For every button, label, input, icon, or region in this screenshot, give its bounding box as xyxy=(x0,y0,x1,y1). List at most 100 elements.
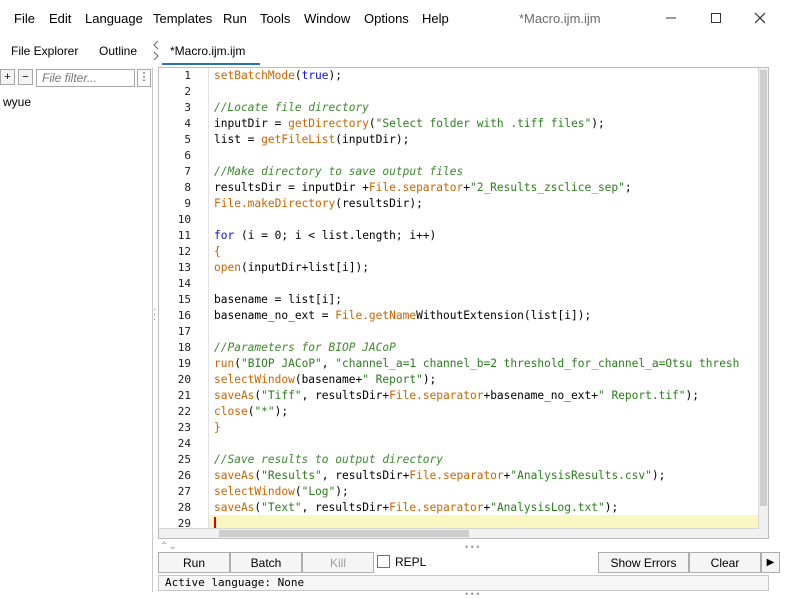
line-number: 21 xyxy=(177,389,191,402)
code-token: , resultsDir+ xyxy=(301,389,390,402)
remove-folder-button[interactable]: − xyxy=(18,69,33,85)
explorer-menu-button[interactable]: ⋮ xyxy=(137,69,151,87)
code-token: ); xyxy=(591,117,605,130)
clear-button[interactable]: Clear xyxy=(689,552,761,573)
tab-outline[interactable]: Outline xyxy=(99,44,137,58)
code-line: selectWindow(basename+" Report"); xyxy=(214,372,436,388)
tab-macro-file[interactable]: *Macro.ijm.ijm xyxy=(162,38,260,65)
vertical-scroll-thumb[interactable] xyxy=(760,70,767,506)
kill-button[interactable]: Kill xyxy=(302,552,374,573)
code-line: basename = list[i]; xyxy=(214,292,342,308)
code-token: File.getName xyxy=(335,309,417,322)
line-number: 28 xyxy=(177,501,191,514)
tab-file-explorer[interactable]: File Explorer xyxy=(11,44,78,58)
collapse-toggle-icon[interactable]: ⌃⌄ xyxy=(160,542,177,552)
line-number: 15 xyxy=(177,293,191,306)
code-token: ); xyxy=(274,405,289,418)
code-token: " Report.tif" xyxy=(597,389,686,402)
repl-checkbox[interactable] xyxy=(377,555,390,568)
minimize-button[interactable] xyxy=(656,6,686,30)
code-token: getDirectory xyxy=(288,117,369,130)
code-token: "BIOP JACoP" xyxy=(240,357,322,370)
code-token: ); xyxy=(651,469,666,482)
code-line: basename_no_ext = File.getNameWithoutExt… xyxy=(214,308,591,324)
code-line: //Make directory to save output files xyxy=(214,164,463,180)
code-token: list = xyxy=(214,133,262,146)
code-line: File.makeDirectory(resultsDir); xyxy=(214,196,423,212)
code-token: true xyxy=(301,69,329,82)
line-number: 4 xyxy=(184,117,191,130)
menu-tools[interactable]: Tools xyxy=(260,11,290,26)
vertical-scrollbar[interactable] xyxy=(758,68,768,538)
play-icon: ▶ xyxy=(766,557,775,568)
run-arrow-button[interactable]: ▶ xyxy=(761,552,780,573)
menu-options[interactable]: Options xyxy=(364,11,409,26)
code-token: inputDir = xyxy=(214,117,289,130)
code-token: File.separator xyxy=(389,389,484,402)
code-editor[interactable]: 1 2 3 4 5 6 7 8 9 10 11 12 13 14 15 16 17 18 19 20 21 22 23 24 2… xyxy=(158,67,769,539)
menu-language[interactable]: Language xyxy=(85,11,143,26)
line-number: 18 xyxy=(177,341,191,354)
code-token: basename_no_ext = xyxy=(214,309,336,322)
tab-scroll-arrows[interactable] xyxy=(152,38,162,64)
code-token: saveAs xyxy=(214,469,255,482)
split-pane-handle[interactable]: · · · xyxy=(153,305,156,324)
code-token: "Log" xyxy=(301,485,336,498)
code-token: " Report" xyxy=(362,373,423,386)
code-token: open xyxy=(214,261,241,274)
line-number: 12 xyxy=(177,245,191,258)
file-filter-input[interactable] xyxy=(36,69,135,87)
code-line: //Locate file directory xyxy=(214,100,369,116)
code-token: File.separator xyxy=(389,501,484,514)
code-area[interactable]: setBatchMode(true);//Locate file directo… xyxy=(214,68,759,538)
line-number: 24 xyxy=(177,437,191,450)
code-token: //Locate file directory xyxy=(214,101,369,114)
code-line: for (i = 0; i < list.length; i++) xyxy=(214,228,436,244)
batch-button[interactable]: Batch xyxy=(230,552,302,573)
menu-window[interactable]: Window xyxy=(304,11,350,26)
code-line: open(inputDir+list[i]); xyxy=(214,260,369,276)
code-line: saveAs("Tiff", resultsDir+File.separator… xyxy=(214,388,699,404)
line-number: 7 xyxy=(184,165,191,178)
tree-item-wyue[interactable]: wyue xyxy=(3,95,31,109)
code-token: ); xyxy=(335,485,349,498)
code-token: File.separator xyxy=(409,469,504,482)
close-button[interactable] xyxy=(745,6,775,30)
line-number: 17 xyxy=(177,325,191,338)
side-panel-tabs: File Explorer Outline xyxy=(0,38,150,64)
menu-templates[interactable]: Templates xyxy=(153,11,212,26)
menu-edit[interactable]: Edit xyxy=(49,11,71,26)
show-errors-button[interactable]: Show Errors xyxy=(598,552,689,573)
code-token: { xyxy=(214,245,221,258)
add-folder-button[interactable]: + xyxy=(0,69,15,85)
code-token: (i = 0; i < list.length; i++) xyxy=(234,229,437,242)
code-token: } xyxy=(214,421,221,434)
code-token: "Select folder with .tiff files" xyxy=(375,117,592,130)
code-token: (resultsDir); xyxy=(335,197,423,210)
code-token: selectWindow xyxy=(214,373,295,386)
code-line: } xyxy=(214,420,221,436)
line-number: 27 xyxy=(177,485,191,498)
code-token: File.separator xyxy=(368,181,464,194)
code-token: , resultsDir+ xyxy=(301,501,390,514)
maximize-button[interactable] xyxy=(701,6,731,30)
code-token: close xyxy=(214,405,248,418)
code-token: saveAs xyxy=(214,501,255,514)
code-token: , resultsDir+ xyxy=(321,469,410,482)
code-token: ); xyxy=(328,69,343,82)
menu-file[interactable]: File xyxy=(14,11,35,26)
horizontal-scroll-thumb[interactable] xyxy=(219,530,469,537)
repl-label: REPL xyxy=(395,555,427,569)
line-number-gutter: 1 2 3 4 5 6 7 8 9 10 11 12 13 14 15 16 17 18 19 20 21 22 23 24 2… xyxy=(159,68,209,538)
code-token: getFileList xyxy=(261,133,336,146)
code-token: + xyxy=(463,181,470,194)
code-token: saveAs xyxy=(214,389,255,402)
title-bar: File Edit Language Templates Run Tools W… xyxy=(0,0,787,36)
horizontal-scrollbar[interactable] xyxy=(159,528,759,538)
code-token: run xyxy=(214,357,235,370)
menu-run[interactable]: Run xyxy=(223,11,247,26)
status-bar: Active language: None xyxy=(158,575,769,591)
run-button[interactable]: Run xyxy=(158,552,230,573)
resize-grip-bottom[interactable]: • • • xyxy=(465,590,479,599)
menu-help[interactable]: Help xyxy=(422,11,449,26)
